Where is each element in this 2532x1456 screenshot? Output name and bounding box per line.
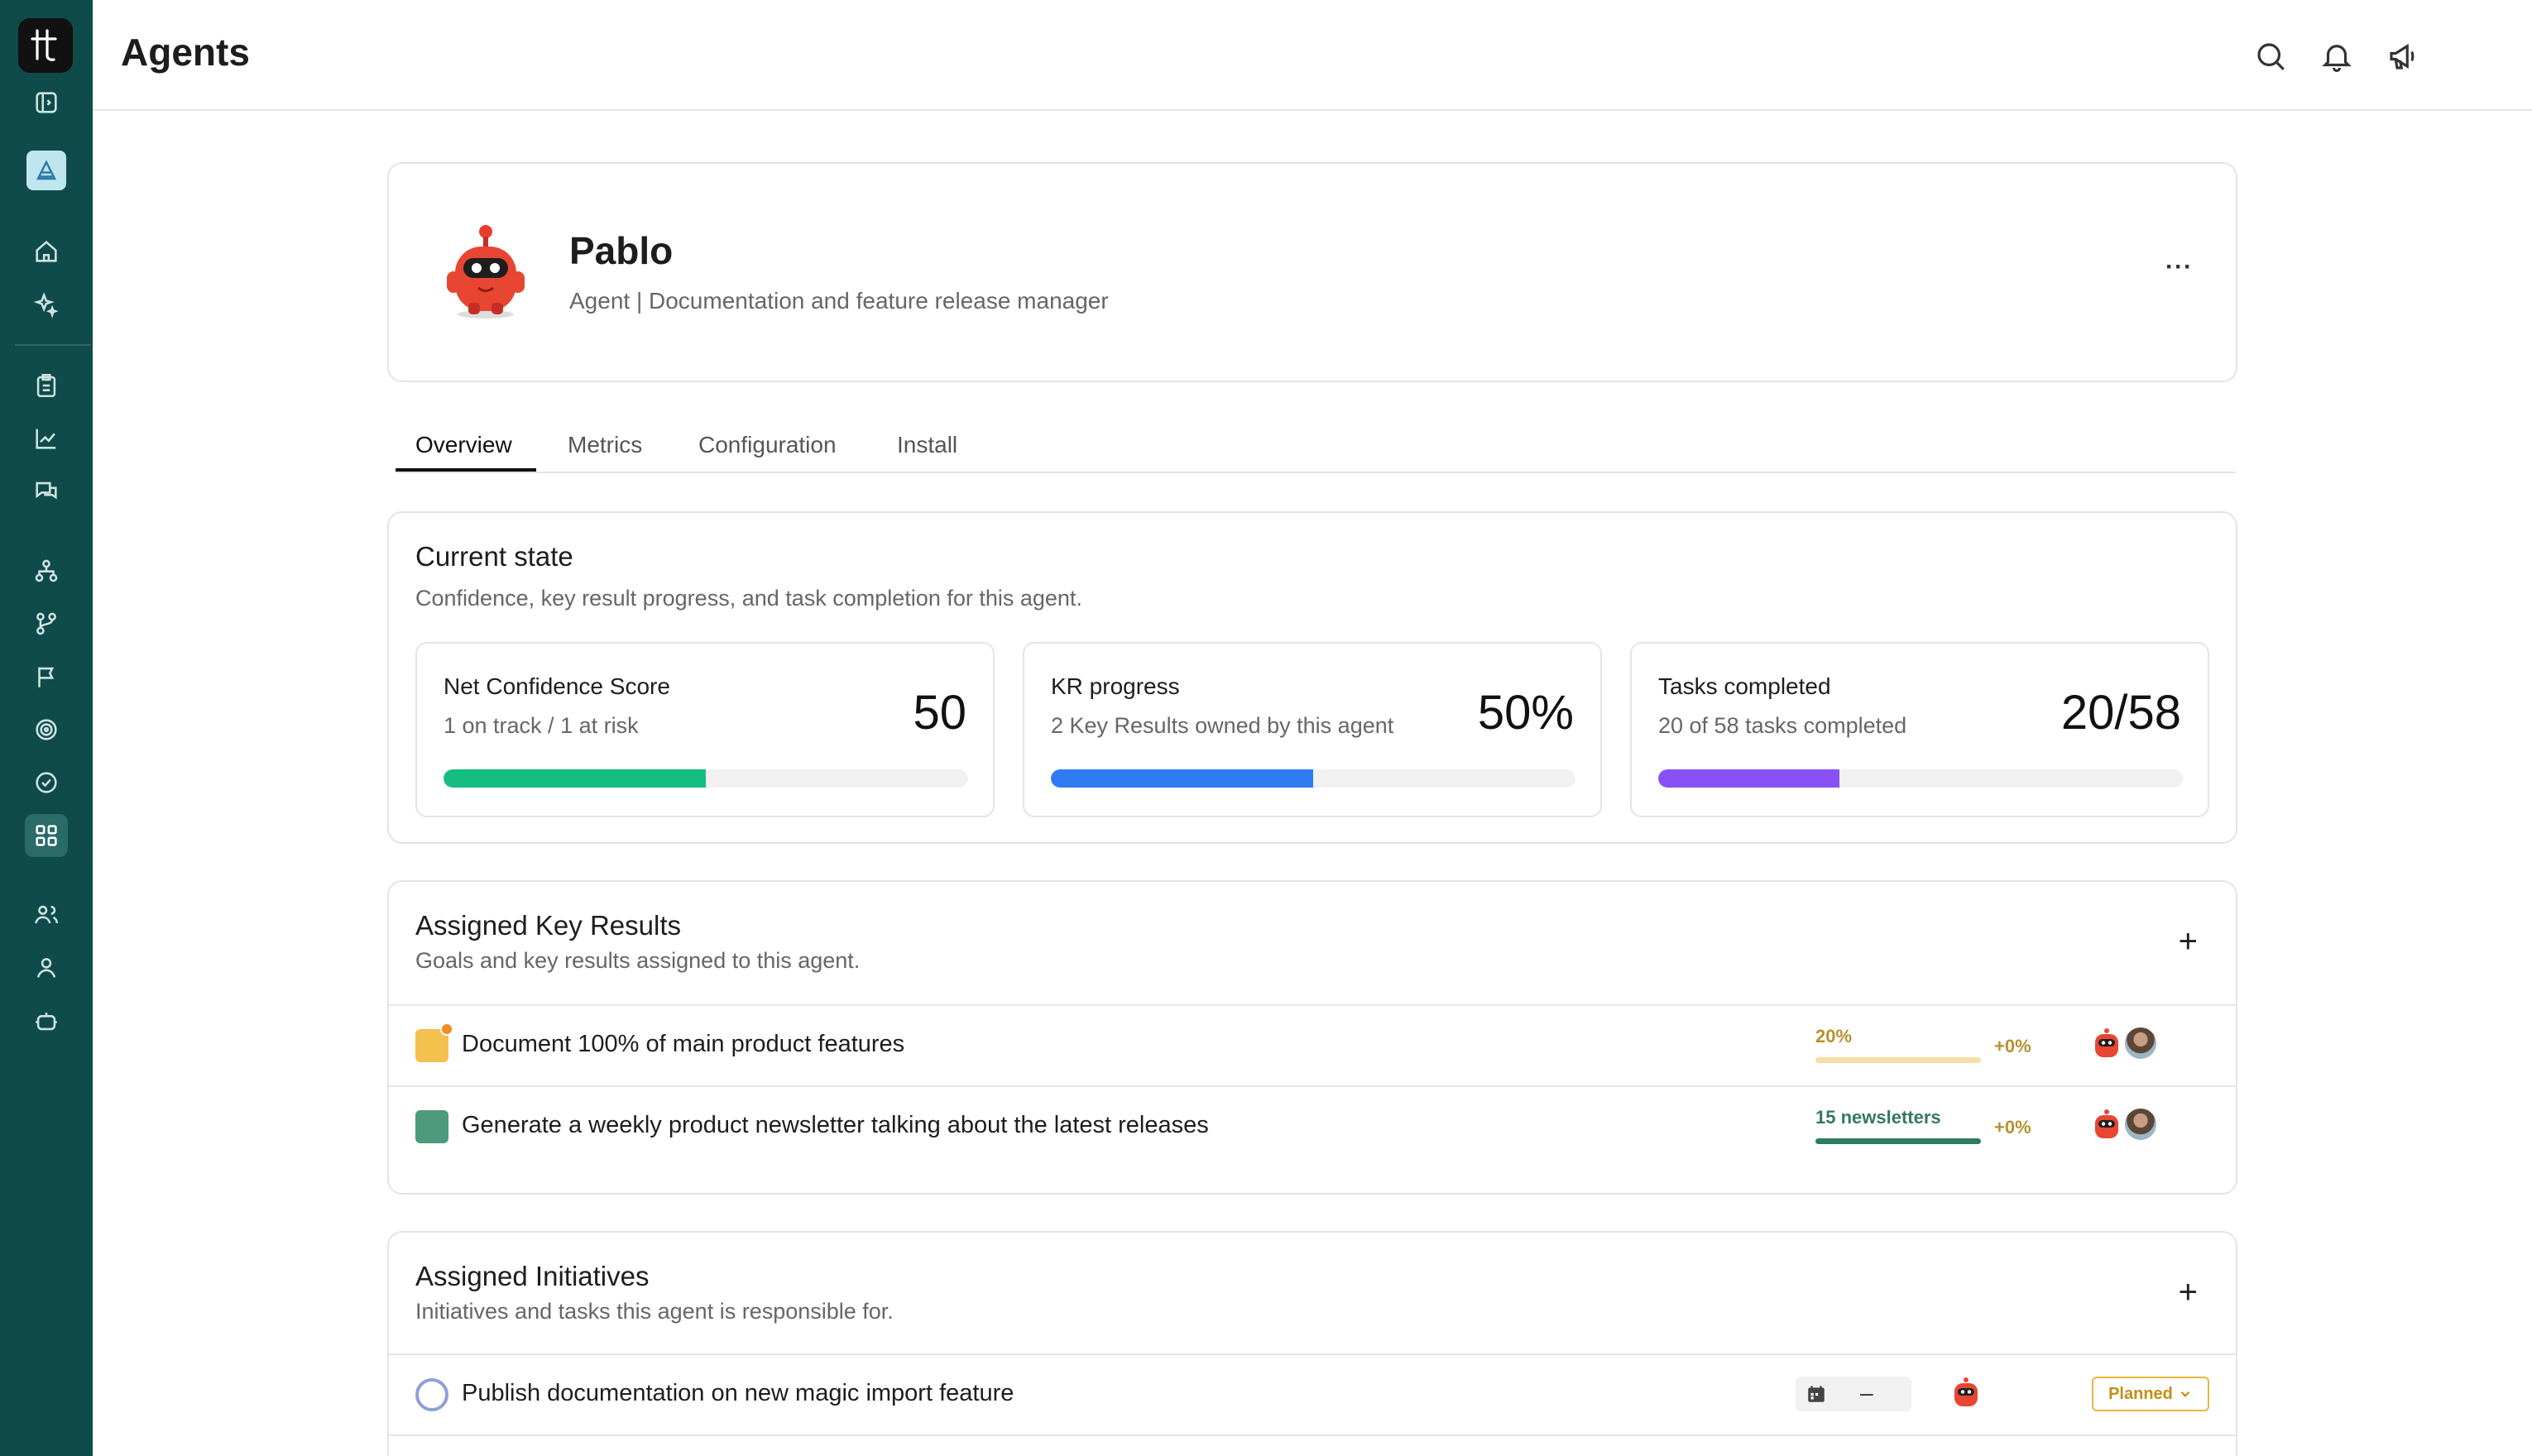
tab-metrics[interactable]: Metrics xyxy=(568,432,642,458)
tab-configuration[interactable]: Configuration xyxy=(698,432,837,458)
calendar-icon xyxy=(1808,1386,1825,1402)
due-date-value: – xyxy=(1860,1380,1873,1406)
stat-value: 50% xyxy=(1477,686,1574,740)
agent-robot-avatar xyxy=(447,225,525,318)
progress-fill xyxy=(1658,769,1839,788)
initiative-label: Publish documentation on new magic impor… xyxy=(462,1380,1014,1406)
agent-role: Agent | Documentation and feature releas… xyxy=(569,288,1109,314)
dashboard-icon[interactable] xyxy=(28,817,65,854)
assigned-initiatives-card: Assigned Initiatives Initiatives and tas… xyxy=(387,1231,2237,1456)
key-result-row[interactable]: Generate a weekly product newsletter tal… xyxy=(389,1087,2236,1166)
users-icon[interactable] xyxy=(28,897,65,933)
row-divider xyxy=(389,1434,2236,1436)
key-results-subtitle: Goals and key results assigned to this a… xyxy=(415,948,861,973)
stat-card-kr-progress: KR progress 2 Key Results owned by this … xyxy=(1023,642,1602,817)
stat-subtitle: 1 on track / 1 at risk xyxy=(444,713,639,738)
stat-title: Net Confidence Score xyxy=(444,673,670,699)
megaphone-icon[interactable] xyxy=(2381,35,2424,78)
progress-bar xyxy=(444,769,968,788)
search-icon[interactable] xyxy=(2249,35,2292,78)
status-label: Planned xyxy=(2108,1384,2173,1403)
progress-fill xyxy=(1051,769,1313,788)
stat-card-confidence: Net Confidence Score 1 on track / 1 at r… xyxy=(415,642,995,817)
key-results-title: Assigned Key Results xyxy=(415,910,681,941)
stat-subtitle: 2 Key Results owned by this agent xyxy=(1051,713,1394,738)
logo-icon xyxy=(31,29,57,61)
robot-icon[interactable] xyxy=(28,1003,65,1039)
agent-mini-avatar xyxy=(1954,1377,1978,1406)
current-state-title: Current state xyxy=(415,541,573,572)
initiative-row[interactable]: Publish documentation on new magic impor… xyxy=(389,1355,2236,1434)
stat-title: KR progress xyxy=(1051,673,1180,699)
agent-profile-card: Pablo Agent | Documentation and feature … xyxy=(387,162,2237,382)
stat-value: 20/58 xyxy=(2060,686,2181,740)
sidebar xyxy=(0,0,93,1456)
flag-icon[interactable] xyxy=(28,659,65,695)
stat-title: Tasks completed xyxy=(1658,673,1831,699)
home-icon[interactable] xyxy=(28,233,65,270)
tab-install[interactable]: Install xyxy=(897,432,957,458)
initiative-status-circle[interactable] xyxy=(415,1378,448,1411)
current-state-subtitle: Confidence, key result progress, and tas… xyxy=(415,586,1082,611)
key-result-delta: +0% xyxy=(1994,1117,2031,1138)
key-result-delta: +0% xyxy=(1994,1036,2031,1056)
key-result-progress-fill xyxy=(1815,1138,1981,1144)
app-logo[interactable] xyxy=(18,18,73,73)
key-result-progress-label: 15 newsletters xyxy=(1815,1107,1941,1128)
check-circle-icon[interactable] xyxy=(28,764,65,801)
stat-card-tasks-completed: Tasks completed 20 of 58 tasks completed… xyxy=(1630,642,2209,817)
key-result-progress-bar xyxy=(1815,1057,1981,1063)
initiatives-subtitle: Initiatives and tasks this agent is resp… xyxy=(415,1299,894,1324)
progress-bar xyxy=(1658,769,2183,788)
page-title: Agents xyxy=(121,31,250,74)
tab-overview[interactable]: Overview xyxy=(415,432,512,458)
user-mini-avatar xyxy=(2123,1026,2158,1061)
key-result-label: Generate a weekly product newsletter tal… xyxy=(462,1112,1209,1138)
key-result-label: Document 100% of main product features xyxy=(462,1031,905,1057)
stat-value: 50 xyxy=(913,686,966,740)
notification-dot xyxy=(440,1023,453,1036)
initiatives-title: Assigned Initiatives xyxy=(415,1261,650,1291)
key-result-status-square xyxy=(415,1110,448,1143)
workspace-icon[interactable] xyxy=(26,151,66,190)
chevron-down-icon xyxy=(2180,1391,2190,1397)
sparkles-icon[interactable] xyxy=(28,286,65,323)
chart-line-icon[interactable] xyxy=(28,420,65,457)
hierarchy-icon[interactable] xyxy=(28,553,65,589)
agent-mini-avatar xyxy=(2095,1028,2118,1057)
clipboard-icon[interactable] xyxy=(28,367,65,404)
add-initiative-button[interactable]: + xyxy=(2179,1274,2198,1311)
stat-subtitle: 20 of 58 tasks completed xyxy=(1658,713,1907,738)
progress-bar xyxy=(1051,769,1575,788)
sidebar-toggle-icon[interactable] xyxy=(28,84,65,121)
target-icon[interactable] xyxy=(28,711,65,748)
key-result-progress-label: 20% xyxy=(1815,1026,1853,1046)
agent-tabs: Overview Metrics Configuration Install xyxy=(396,422,2236,473)
sidebar-divider xyxy=(15,344,91,346)
top-header: Agents xyxy=(93,0,2532,111)
current-state-card: Current state Confidence, key result pro… xyxy=(387,511,2237,844)
agent-mini-avatar xyxy=(2095,1109,2118,1138)
add-key-result-button[interactable]: + xyxy=(2179,923,2198,960)
bell-icon[interactable] xyxy=(2315,35,2358,78)
team-icon[interactable] xyxy=(28,950,65,986)
chat-icon[interactable] xyxy=(28,473,65,510)
key-result-progress-fill xyxy=(1815,1057,1981,1063)
agent-name: Pablo xyxy=(569,229,674,272)
status-dropdown[interactable]: Planned xyxy=(2092,1377,2209,1411)
assigned-key-results-card: Assigned Key Results Goals and key resul… xyxy=(387,880,2237,1195)
key-result-progress-bar xyxy=(1815,1138,1981,1144)
active-tab-underline xyxy=(396,468,536,472)
more-options-button[interactable]: ··· xyxy=(2165,253,2193,281)
due-date-chip[interactable]: – xyxy=(1796,1377,1911,1411)
user-mini-avatar xyxy=(2123,1107,2158,1142)
progress-fill xyxy=(444,769,706,788)
key-result-row[interactable]: Document 100% of main product features 2… xyxy=(389,1006,2236,1085)
git-branch-icon[interactable] xyxy=(28,606,65,642)
